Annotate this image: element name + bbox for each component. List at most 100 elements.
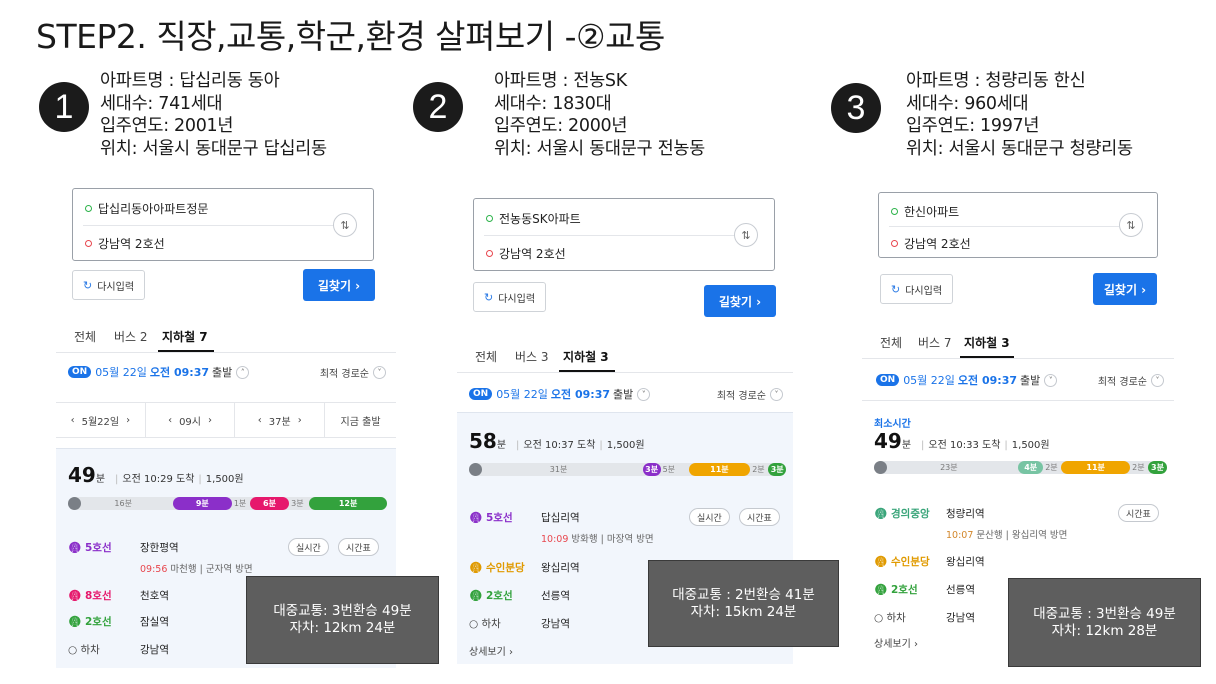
departure-date: 05월 22일 bbox=[496, 388, 548, 401]
apartment-year: 입주연도: 1997년 bbox=[906, 116, 1040, 136]
line-segment: 3분 bbox=[768, 463, 787, 476]
apartment-year: 입주연도: 2001년 bbox=[100, 116, 234, 136]
timetable-button[interactable]: 시간표 bbox=[739, 508, 780, 526]
sort-dropdown[interactable]: 최적 경로순 ˅ bbox=[717, 387, 783, 402]
station-name: 답십리역 bbox=[541, 511, 580, 524]
departure-row[interactable]: ON 05월 22일 오전 09:37 출발 ˅ 최적 경로순 ˅ bbox=[457, 382, 793, 406]
chevron-left-icon[interactable]: ‹ bbox=[168, 415, 172, 426]
origin-text: 전농동SK아파트 bbox=[499, 212, 581, 226]
refresh-icon: ↻ bbox=[891, 282, 901, 296]
timetable-button[interactable]: 시간표 bbox=[1118, 504, 1159, 522]
departure-date: 05월 22일 bbox=[903, 374, 955, 387]
station-name: 강남역 bbox=[541, 617, 570, 630]
reset-button[interactable]: ↻ 다시입력 bbox=[72, 270, 146, 300]
arrival-time: 오전 10:33 도착 bbox=[928, 440, 1001, 451]
tab-bus[interactable]: 버스 3 bbox=[515, 348, 549, 365]
departure-row[interactable]: ON 05월 22일 오전 09:37 출발 ˄ 최적 경로순 ˅ bbox=[56, 360, 396, 384]
timetable-button[interactable]: 시간표 bbox=[338, 538, 379, 556]
departure-row[interactable]: ON 05월 22일 오전 09:37 출발 ˅ 최적 경로순 ˅ bbox=[862, 368, 1174, 392]
commute-summary-box: 대중교통 : 3번환승 49분 자차: 12km 28분 bbox=[1008, 578, 1201, 667]
tab-subway[interactable]: 지하철 3 bbox=[964, 334, 1010, 351]
departure-clock: 10:09 bbox=[541, 534, 569, 545]
station-name: 선릉역 bbox=[946, 583, 975, 596]
sort-dropdown[interactable]: 최적 경로순 ˅ bbox=[1098, 373, 1164, 388]
sort-dropdown[interactable]: 최적 경로순 ˅ bbox=[320, 365, 386, 380]
line-name: 🚇︎ 2호선 bbox=[874, 583, 918, 596]
walk-time: 16분 bbox=[114, 499, 132, 508]
realtime-button[interactable]: 실시간 bbox=[689, 508, 730, 526]
car-summary: 자차: 12km 28분 bbox=[1051, 622, 1158, 639]
realtime-button[interactable]: 실시간 bbox=[288, 538, 329, 556]
step-detail: 10:09 방화행 | 마장역 방면 bbox=[541, 531, 654, 545]
tab-all[interactable]: 전체 bbox=[880, 334, 902, 351]
commute-summary-box: 대중교통: 3번환승 49분 자차: 12km 24분 bbox=[246, 576, 439, 664]
find-route-button[interactable]: 길찾기 › bbox=[303, 269, 375, 301]
chevron-down-icon[interactable]: ˅ bbox=[1044, 373, 1058, 387]
tab-all[interactable]: 전체 bbox=[74, 328, 96, 345]
commute-summary-box: 대중교통 : 2번환승 41분 자차: 15km 24분 bbox=[648, 560, 839, 647]
on-badge: ON bbox=[68, 366, 92, 378]
apartment-number-badge: 2 bbox=[413, 82, 463, 132]
line-segment: 9분 bbox=[172, 497, 232, 510]
chevron-up-icon[interactable]: ˄ bbox=[236, 365, 250, 379]
departure-suffix: 출발 bbox=[613, 388, 634, 401]
tab-bus[interactable]: 버스 2 bbox=[114, 328, 148, 345]
station-name: 강남역 bbox=[946, 611, 975, 624]
chevron-right-icon[interactable]: › bbox=[298, 415, 302, 426]
apartment-households: 세대수: 960세대 bbox=[906, 93, 1029, 114]
refresh-icon: ↻ bbox=[484, 290, 494, 304]
direction: 문산행 | 왕십리역 방면 bbox=[976, 530, 1068, 541]
reset-button[interactable]: ↻ 다시입력 bbox=[473, 282, 547, 312]
chevron-right-icon[interactable]: › bbox=[126, 415, 130, 426]
line-segment: 11분 bbox=[1061, 461, 1131, 474]
apartment-location: 위치: 서울시 동대문구 전농동 bbox=[494, 138, 705, 159]
minute-selector[interactable]: ‹ 37분 › bbox=[235, 403, 326, 437]
destination-text: 강남역 2호선 bbox=[98, 237, 165, 251]
walk-icon bbox=[469, 463, 482, 476]
destination-field[interactable]: 강남역 2호선 bbox=[486, 245, 566, 262]
swap-icon[interactable]: ⇅ bbox=[333, 213, 357, 237]
origin-dot-icon bbox=[486, 215, 493, 222]
find-route-button[interactable]: 길찾기 › bbox=[1093, 273, 1157, 305]
find-route-button[interactable]: 길찾기 › bbox=[704, 285, 776, 317]
line-name: 🚇︎ 5호선 bbox=[68, 541, 112, 554]
fare: 1,500원 bbox=[606, 440, 645, 451]
minutes-unit: 분 bbox=[901, 440, 912, 451]
line-name: 🚇︎ 수인분당 bbox=[874, 555, 930, 568]
tabs-divider bbox=[457, 372, 793, 373]
tab-subway[interactable]: 지하철 7 bbox=[162, 328, 208, 345]
date-selector[interactable]: ‹ 5월22일 › bbox=[56, 403, 146, 437]
chevron-right-icon[interactable]: › bbox=[208, 415, 212, 426]
tabs-divider bbox=[56, 352, 396, 353]
transfer-time: 1분 bbox=[233, 499, 247, 508]
swap-icon[interactable]: ⇅ bbox=[1119, 213, 1143, 237]
depart-now-button[interactable]: 지금 출발 bbox=[325, 403, 396, 437]
chevron-left-icon[interactable]: ‹ bbox=[71, 415, 75, 426]
fastest-badge: 최소시간 bbox=[874, 419, 911, 430]
reset-button[interactable]: ↻ 다시입력 bbox=[880, 274, 954, 304]
walk-time: 31분 bbox=[549, 465, 568, 474]
transfer-time: 2분 bbox=[752, 465, 765, 474]
step-detail: 09:56 마천행 | 군자역 방면 bbox=[140, 561, 253, 575]
details-link[interactable]: 상세보기 › bbox=[874, 635, 918, 650]
station-name: 천호역 bbox=[140, 589, 169, 602]
origin-field[interactable]: 답십리동아아파트정문 bbox=[85, 200, 208, 217]
tab-subway[interactable]: 지하철 3 bbox=[563, 348, 609, 365]
hour-selector[interactable]: ‹ 09시 › bbox=[146, 403, 236, 437]
hour-value: 09시 bbox=[179, 416, 201, 428]
origin-field[interactable]: 전농동SK아파트 bbox=[486, 210, 581, 227]
tab-all[interactable]: 전체 bbox=[475, 348, 497, 365]
origin-field[interactable]: 한신아파트 bbox=[891, 203, 959, 220]
on-badge: ON bbox=[469, 388, 493, 400]
fare: 1,500원 bbox=[1011, 440, 1050, 451]
tab-bus[interactable]: 버스 7 bbox=[918, 334, 952, 351]
details-link[interactable]: 상세보기 › bbox=[469, 643, 513, 658]
transit-summary: 대중교통: 3번환승 49분 bbox=[273, 603, 412, 619]
chevron-down-icon[interactable]: ˅ bbox=[637, 387, 651, 401]
walk-icon bbox=[874, 461, 887, 474]
destination-field[interactable]: 강남역 2호선 bbox=[891, 235, 971, 252]
destination-field[interactable]: 강남역 2호선 bbox=[85, 235, 165, 252]
swap-icon[interactable]: ⇅ bbox=[734, 223, 758, 247]
result-summary: 58 분 | 오전 10:37 도착 | 1,500원 bbox=[469, 429, 645, 453]
chevron-left-icon[interactable]: ‹ bbox=[258, 415, 262, 426]
